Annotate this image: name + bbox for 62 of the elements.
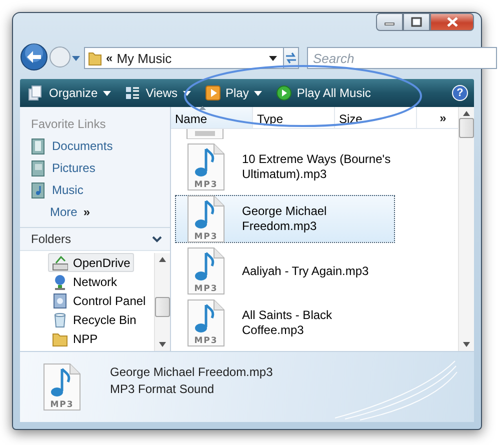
help-button[interactable]: ? <box>452 85 468 101</box>
breadcrumb-arrows[interactable]: « <box>106 51 113 65</box>
refresh-button[interactable] <box>284 47 299 69</box>
playall-button[interactable]: Play All Music <box>274 85 373 101</box>
chevron-icon[interactable]: » <box>83 205 90 219</box>
column-header[interactable]: Type <box>253 107 335 128</box>
control-panel-icon <box>52 292 68 308</box>
recycle-bin-icon <box>52 312 68 328</box>
folder-tree-item[interactable]: OpenDrive <box>48 253 134 272</box>
chevron-down-icon <box>152 236 162 242</box>
more-columns-button[interactable]: » <box>428 107 458 128</box>
play-icon <box>204 85 220 101</box>
file-item[interactable]: MP3 All Saints - Black Coffee.mp3 <box>175 299 395 347</box>
music-folder-icon <box>30 182 46 198</box>
section-title: Folders <box>31 232 72 246</box>
document-folder-icon <box>30 160 46 176</box>
favorite-link[interactable]: Music <box>20 179 170 201</box>
favorite-link[interactable]: Documents <box>20 135 170 157</box>
folder-icon <box>88 50 102 66</box>
scroll-down-icon <box>463 342 470 347</box>
play-button[interactable]: Play <box>202 85 264 101</box>
drive-icon <box>52 254 68 270</box>
arrows-icon <box>284 52 298 64</box>
folder-icon <box>52 330 68 346</box>
column-header[interactable]: Name <box>171 107 253 128</box>
back-button[interactable] <box>20 42 48 74</box>
folder-tree-item[interactable]: Recycle Bin <box>48 310 140 329</box>
scroll-down-icon <box>159 342 166 347</box>
favorite-link[interactable]: Pictures <box>20 157 170 179</box>
file-item[interactable]: MP3 10 Extreme Ways (Bourne's Ultimatum).mp3 <box>175 143 395 191</box>
views-icon <box>124 85 141 101</box>
folder-tree-item[interactable]: Control Panel <box>48 291 150 310</box>
network-icon <box>52 274 68 290</box>
section-title: Favorite Links <box>30 116 107 133</box>
search-field[interactable]: Search <box>307 47 497 69</box>
pages-icon <box>28 85 44 101</box>
document-folder-icon <box>30 138 46 154</box>
play-icon <box>276 85 292 101</box>
caret-icon <box>72 56 80 60</box>
scrollbar[interactable] <box>154 253 170 351</box>
address-path[interactable]: My Music <box>116 50 265 66</box>
scroll-thumb[interactable] <box>155 297 170 317</box>
close-button[interactable] <box>430 13 474 31</box>
file-name: George Michael Freedom.mp3 <box>110 364 273 378</box>
views-button[interactable]: Views <box>122 85 192 101</box>
file-item[interactable]: MP3 George Michael Freedom.mp3 <box>175 195 395 243</box>
folder-tree-item[interactable]: Network <box>48 272 122 291</box>
caret-icon <box>269 56 277 60</box>
maximize-button[interactable] <box>403 13 430 31</box>
maximize-icon <box>411 17 422 27</box>
scrollbar[interactable] <box>458 107 474 351</box>
address-bar[interactable]: « My Music <box>84 47 284 69</box>
close-icon <box>446 17 458 27</box>
folder-tree-item[interactable]: NPP <box>48 329 102 348</box>
more-link[interactable]: More <box>50 205 78 219</box>
scroll-up-icon <box>463 111 470 116</box>
file-item[interactable]: MP3 Aaliyah - Try Again.mp3 <box>175 247 395 295</box>
scroll-up-icon <box>159 257 166 262</box>
organize-button[interactable]: Organize <box>26 85 113 101</box>
file-type: MP3 Format Sound <box>110 382 216 396</box>
scroll-thumb[interactable] <box>459 118 474 138</box>
minimize-button[interactable] <box>376 13 403 31</box>
